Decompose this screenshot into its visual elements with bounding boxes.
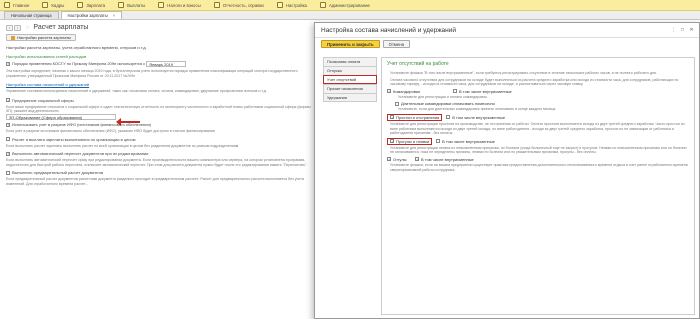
tab-deductions[interactable]: Удержания	[323, 93, 377, 102]
social-checkbox[interactable]	[6, 98, 11, 103]
window-tabs: Начальная страница Настройки зарплаты ×	[0, 11, 700, 20]
menu-item-hr[interactable]: Кадры	[42, 2, 64, 8]
auto-note: Если выполнять автоматический пересчет с…	[6, 158, 308, 167]
apply-close-button[interactable]: Применить и закрыть	[321, 40, 380, 48]
ifo-note: Если учет в разрезе источников финансово…	[6, 128, 215, 133]
settings-icon	[276, 2, 283, 8]
cancel-button[interactable]: Отмена	[382, 40, 411, 48]
long-travel-desc: Установите, если для длительных командир…	[398, 107, 556, 112]
downtime-highlight: Простои и отстранения	[387, 113, 443, 121]
absence-row: Прогулы и неявкиВ том числе внутрисменны…	[387, 137, 689, 145]
salary-icon	[77, 2, 84, 8]
menu-item-payments[interactable]: Выплаты	[118, 2, 145, 8]
vacation-row: ОтгулыВ том числе внутрисменные	[387, 157, 689, 162]
tab-other-accruals[interactable]: Прочие начисления	[323, 84, 377, 93]
absence-desc: Установите для регистрации неявок по нев…	[390, 145, 687, 155]
tax-icon	[158, 2, 165, 8]
tab-hourly-pay[interactable]: Почасовая оплата	[323, 57, 377, 66]
composition-dialog: Настройка состава начислений и удержаний…	[314, 22, 700, 319]
tab-salary-settings[interactable]: Настройки зарплаты ×	[60, 11, 123, 19]
absences-content: Учет отсутствий на работе Установите фла…	[381, 57, 695, 315]
kosgu-row: Порядок применения КОСГУ по Приказу Минф…	[6, 61, 312, 67]
prelim-row: Выполнять предварительный расчет докумен…	[6, 170, 312, 175]
desc-inner-shift: Установите флажок "В том числе внутрисме…	[390, 71, 657, 75]
close-icon[interactable]: ✕	[688, 27, 695, 34]
kosgu-checkbox[interactable]	[6, 61, 11, 66]
dialog-toolbar: Применить и закрыть Отмена	[315, 38, 699, 50]
absence-checkbox[interactable]	[390, 139, 395, 144]
section-title: Учет отсутствий на работе	[387, 61, 449, 67]
settings-icon	[11, 35, 15, 40]
window-controls: ⋮ □ ✕	[668, 27, 695, 34]
salary-settings-button[interactable]: Настройки расчета зарплаты	[6, 34, 77, 41]
ifo-checkbox[interactable]	[6, 122, 11, 127]
page-header: ‹ › ☆ Расчет зарплаты	[6, 24, 312, 31]
prelim-note: Если предварительный расчет документов р…	[6, 177, 304, 186]
menu-item-admin[interactable]: Администрирование	[319, 2, 370, 8]
page-title: Расчет зарплаты	[33, 24, 89, 31]
travel-row: КомандировкиВ том числе внутрисменные	[387, 89, 689, 94]
vertical-tabs: Почасовая оплата Отпуска Учет отсутствий…	[323, 57, 377, 102]
kosgu-section-title: Настройки использования статей расходов	[6, 54, 87, 59]
menu-item-taxes[interactable]: Налоги и взносы	[158, 2, 201, 8]
downtime-desc: Установите для регистрации простоев на п…	[390, 121, 685, 136]
dialog-title-bar: Настройка состава начислений и удержаний…	[315, 23, 699, 38]
prelim-checkbox[interactable]	[6, 170, 10, 175]
kosgu-note: Эта настройка определяет, начиная с како…	[6, 69, 298, 78]
menu-icon[interactable]: ⋮	[670, 27, 677, 34]
tab-vacations[interactable]: Отпуска	[323, 66, 377, 75]
downtime-checkbox[interactable]	[390, 115, 395, 120]
composition-settings-link[interactable]: Настройка состава начислений и удержаний	[6, 82, 89, 87]
org-checkbox[interactable]	[6, 137, 10, 142]
gear-icon	[319, 2, 326, 8]
ifo-row: Использовать учет в разрезе ИФО (источни…	[6, 122, 312, 127]
travel-checkbox[interactable]	[387, 89, 392, 94]
menu-item-settings[interactable]: Настройка	[276, 2, 307, 8]
absence-highlight: Прогулы и неявки	[387, 137, 433, 145]
vacation-checkbox[interactable]	[387, 157, 392, 162]
menu-item-reports[interactable]: Отчетность, справки	[213, 2, 264, 8]
org-note: Если выполнять расчет зарплаты выполнять…	[6, 143, 239, 148]
salary-settings-panel: ‹ › ☆ Расчет зарплаты Настройки расчета …	[0, 20, 318, 319]
star-icon[interactable]: ☆	[25, 24, 30, 31]
vacation-inner-checkbox[interactable]	[415, 157, 420, 162]
forward-arrow-icon[interactable]: ›	[14, 24, 21, 31]
auto-recalc-checkbox[interactable]	[6, 151, 11, 156]
long-travel-row: Длительные командировки оплачивать помес…	[395, 101, 689, 106]
red-arrow-annotation	[116, 118, 140, 126]
social-note: Если ваше предприятие относится к социал…	[6, 104, 311, 114]
menu-item-salary[interactable]: Зарплата	[77, 2, 105, 8]
downtime-row: Простои и отстраненияВ том числе внутрис…	[387, 113, 689, 121]
people-icon	[42, 2, 49, 8]
intro-text: Настройки расчета зарплаты, учета отрабо…	[6, 45, 147, 50]
close-icon[interactable]: ×	[113, 13, 115, 18]
wallet-icon	[118, 2, 125, 8]
menu-item-main[interactable]: Главное	[4, 2, 29, 8]
downtime-inner-checkbox[interactable]	[446, 115, 451, 120]
tab-home[interactable]: Начальная страница	[4, 11, 59, 19]
long-travel-checkbox[interactable]	[395, 101, 399, 106]
org-row: Расчет и выплата зарплаты выполняются по…	[6, 137, 312, 142]
kosgu-date-input[interactable]: Январь 2019	[146, 61, 187, 67]
auto-row: Выполнять автоматический пересчет докуме…	[6, 151, 312, 156]
tab-absences[interactable]: Учет отсутствий	[323, 75, 377, 84]
back-arrow-icon[interactable]: ‹	[6, 24, 13, 31]
vacation-desc: Установите флажок, если на вашем предпри…	[390, 162, 688, 172]
desc-hourly: Оплата часового отсутствия для сотрудник…	[390, 77, 679, 87]
social-select[interactable]: ЗП-Образование (Сфера образования)	[6, 113, 116, 120]
top-menu-bar: Главное Кадры Зарплата Выплаты Налоги и …	[0, 0, 700, 11]
absence-inner-checkbox[interactable]	[436, 139, 441, 144]
dialog-title: Настройка состава начислений и удержаний	[321, 26, 457, 34]
maximize-icon[interactable]: □	[679, 27, 686, 34]
social-row: Предприятие социальной сферы	[6, 98, 312, 103]
report-icon	[213, 2, 220, 8]
composition-desc: Управление составом используемых начисле…	[6, 89, 267, 94]
travel-inner-checkbox[interactable]	[453, 89, 457, 94]
travel-desc: Установите для регистрации и оплаты кома…	[398, 94, 488, 99]
home-icon	[4, 2, 10, 8]
